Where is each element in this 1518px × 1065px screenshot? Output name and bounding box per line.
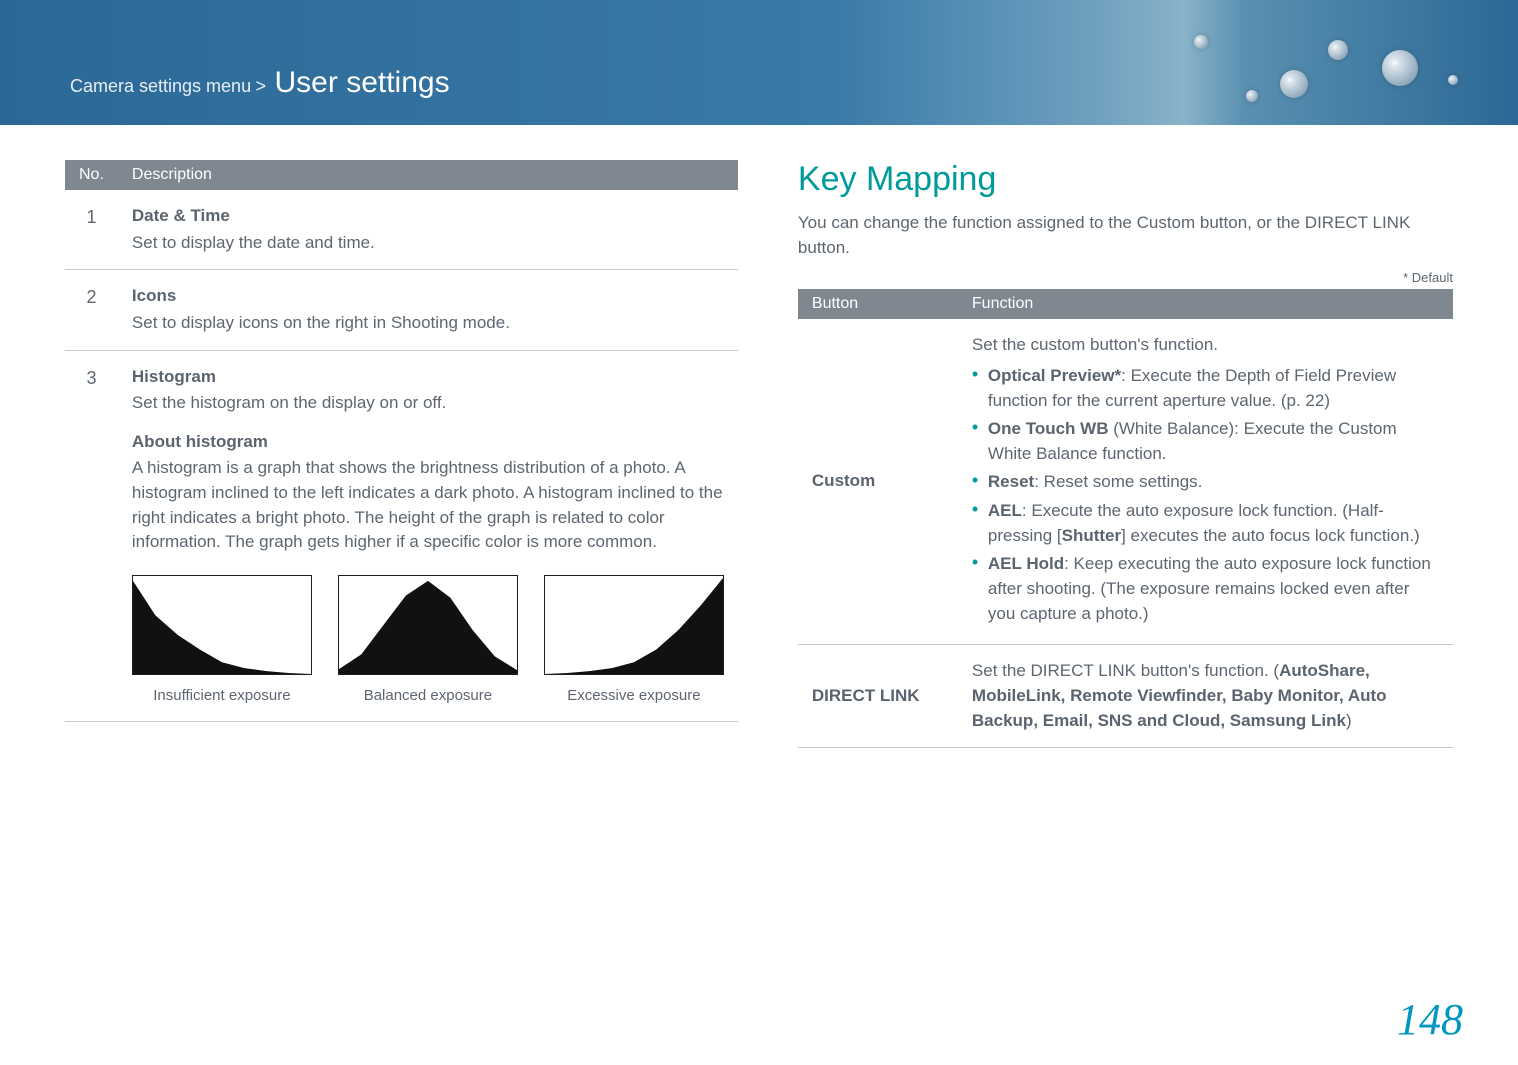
list-item: AEL: Execute the auto exposure lock func… <box>972 499 1439 548</box>
right-column: Key Mapping You can change the function … <box>798 160 1453 748</box>
row-no: 1 <box>65 190 118 270</box>
description-table: No. Description 1 Date & Time Set to dis… <box>65 160 738 722</box>
page-header: Camera settings menu > User settings <box>0 0 1518 125</box>
row-label: Icons <box>132 286 176 305</box>
row-subheading: About histogram <box>132 430 724 455</box>
default-note: * Default <box>798 270 1453 285</box>
histogram-caption: Balanced exposure <box>338 685 518 707</box>
histogram-card-balanced: Balanced exposure <box>338 575 518 707</box>
histogram-graphs: Insufficient exposure Balanced exposure … <box>132 575 724 707</box>
table-row-histogram: 3 Histogram Set the histogram on the dis… <box>65 350 738 721</box>
histogram-caption: Excessive exposure <box>544 685 724 707</box>
section-intro: You can change the function assigned to … <box>798 211 1453 260</box>
button-name: DIRECT LINK <box>798 645 958 748</box>
list-item: One Touch WB (White Balance): Execute th… <box>972 417 1439 466</box>
row-no: 3 <box>65 350 118 721</box>
row-intro: Set the histogram on the display on or o… <box>132 391 724 416</box>
page-number: 148 <box>1397 994 1463 1045</box>
section-title: Key Mapping <box>798 160 1453 199</box>
list-item: Reset: Reset some settings. <box>972 470 1439 495</box>
row-text: Set to display icons on the right in Sho… <box>132 311 724 336</box>
table-row: 1 Date & Time Set to display the date an… <box>65 190 738 270</box>
page-body: No. Description 1 Date & Time Set to dis… <box>0 125 1518 748</box>
histogram-card-insufficient: Insufficient exposure <box>132 575 312 707</box>
col-header-desc: Description <box>118 160 738 190</box>
col-header-no: No. <box>65 160 118 190</box>
row-body: A histogram is a graph that shows the br… <box>132 456 724 555</box>
row-text: Set to display the date and time. <box>132 231 724 256</box>
table-row-custom: Custom Set the custom button's function.… <box>798 319 1453 645</box>
function-cell: Set the custom button's function. Optica… <box>958 319 1453 645</box>
row-label: Histogram <box>132 367 216 386</box>
list-item: AEL Hold: Keep executing the auto exposu… <box>972 552 1439 626</box>
col-header-function: Function <box>958 289 1453 319</box>
row-desc: Icons Set to display icons on the right … <box>118 270 738 350</box>
breadcrumb-separator: > <box>256 76 267 96</box>
row-label: Date & Time <box>132 206 230 225</box>
histogram-canvas <box>338 575 518 675</box>
lead-text: Set the DIRECT LINK button's function. ( <box>972 661 1279 680</box>
histogram-canvas <box>132 575 312 675</box>
function-cell: Set the DIRECT LINK button's function. (… <box>958 645 1453 748</box>
key-mapping-table: Button Function Custom Set the custom bu… <box>798 289 1453 748</box>
histogram-caption: Insufficient exposure <box>132 685 312 707</box>
table-row-direct-link: DIRECT LINK Set the DIRECT LINK button's… <box>798 645 1453 748</box>
button-name: Custom <box>798 319 958 645</box>
row-desc: Date & Time Set to display the date and … <box>118 190 738 270</box>
row-no: 2 <box>65 270 118 350</box>
col-header-button: Button <box>798 289 958 319</box>
histogram-canvas <box>544 575 724 675</box>
breadcrumb: Camera settings menu > User settings <box>70 66 450 100</box>
list-item: Optical Preview*: Execute the Depth of F… <box>972 364 1439 413</box>
lead-text: Set the custom button's function. <box>972 335 1218 354</box>
breadcrumb-text: Camera settings menu <box>70 76 251 96</box>
function-list: Optical Preview*: Execute the Depth of F… <box>972 364 1439 626</box>
page-title: User settings <box>275 66 450 99</box>
histogram-card-excessive: Excessive exposure <box>544 575 724 707</box>
row-desc: Histogram Set the histogram on the displ… <box>118 350 738 721</box>
table-row: 2 Icons Set to display icons on the righ… <box>65 270 738 350</box>
tail-text: ) <box>1346 711 1352 730</box>
left-column: No. Description 1 Date & Time Set to dis… <box>65 160 738 748</box>
decorative-dots <box>1118 20 1458 120</box>
